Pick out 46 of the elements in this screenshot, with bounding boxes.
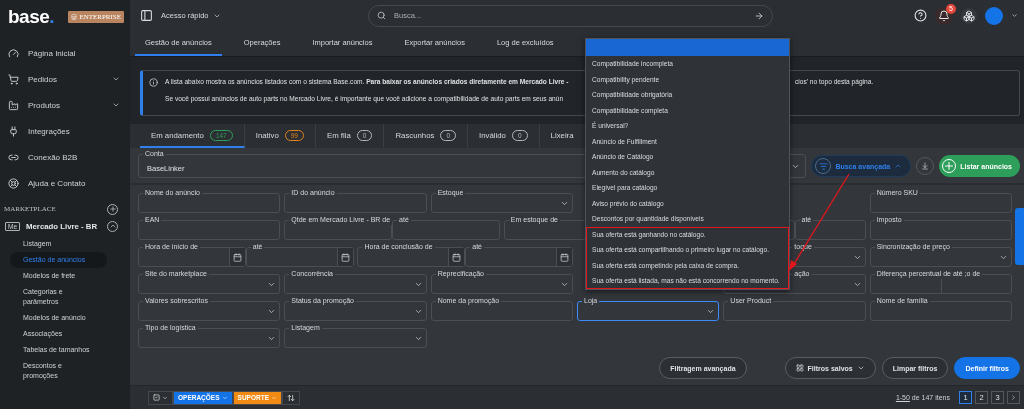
bell-icon [938, 9, 950, 22]
store-icon [71, 14, 78, 20]
boxes-icon [963, 9, 975, 22]
help-icon[interactable] [914, 9, 927, 23]
nav-item[interactable]: Página Inicial [0, 40, 130, 66]
nav-icon [8, 73, 19, 85]
sort-icon [286, 393, 295, 402]
calendar-icon [560, 252, 569, 262]
calendar-button[interactable] [448, 248, 465, 267]
chevron-down-icon [162, 394, 168, 401]
chevron-right-icon [1010, 394, 1017, 402]
chevron-down-icon [112, 75, 120, 83]
plus-icon [108, 205, 117, 213]
logo[interactable]: base. [8, 6, 55, 28]
chevron-down-icon[interactable] [1011, 12, 1018, 20]
nav-item[interactable]: Conexão B2B [0, 144, 130, 170]
nav-item[interactable]: Integrações [0, 118, 130, 144]
checkbox-icon [153, 394, 160, 402]
nav-icon [8, 125, 19, 137]
calendar-button[interactable] [556, 248, 572, 267]
calendar-icon [452, 252, 462, 262]
nav-icon [8, 177, 19, 189]
chevron-up-icon [108, 222, 117, 230]
nav-icon [8, 47, 19, 59]
grid-icon [795, 364, 804, 373]
nav-item[interactable]: Ajuda e Contato [0, 170, 130, 196]
calendar-button[interactable] [336, 248, 353, 267]
nav-item[interactable]: Produtos [0, 92, 130, 118]
download-icon [921, 162, 930, 171]
calendar-icon [232, 252, 242, 262]
search-icon [377, 11, 386, 21]
info-icon [149, 78, 158, 88]
calendar-button[interactable] [228, 248, 245, 267]
sidebar-toggle-icon[interactable] [140, 9, 153, 23]
nav-icon [8, 99, 19, 111]
chevron-down-icon [270, 394, 277, 401]
nav-item[interactable]: Pedidos [0, 66, 130, 92]
add-icon[interactable] [107, 203, 118, 215]
select-button[interactable] [148, 390, 173, 405]
chevron-down-icon [221, 394, 228, 401]
arrow-right-icon[interactable] [754, 10, 764, 21]
boxes-button[interactable] [961, 7, 977, 24]
sort-button[interactable] [281, 390, 300, 405]
calendar-icon [340, 252, 350, 262]
avatar[interactable] [985, 6, 1003, 25]
chevron-down-icon [112, 101, 120, 109]
